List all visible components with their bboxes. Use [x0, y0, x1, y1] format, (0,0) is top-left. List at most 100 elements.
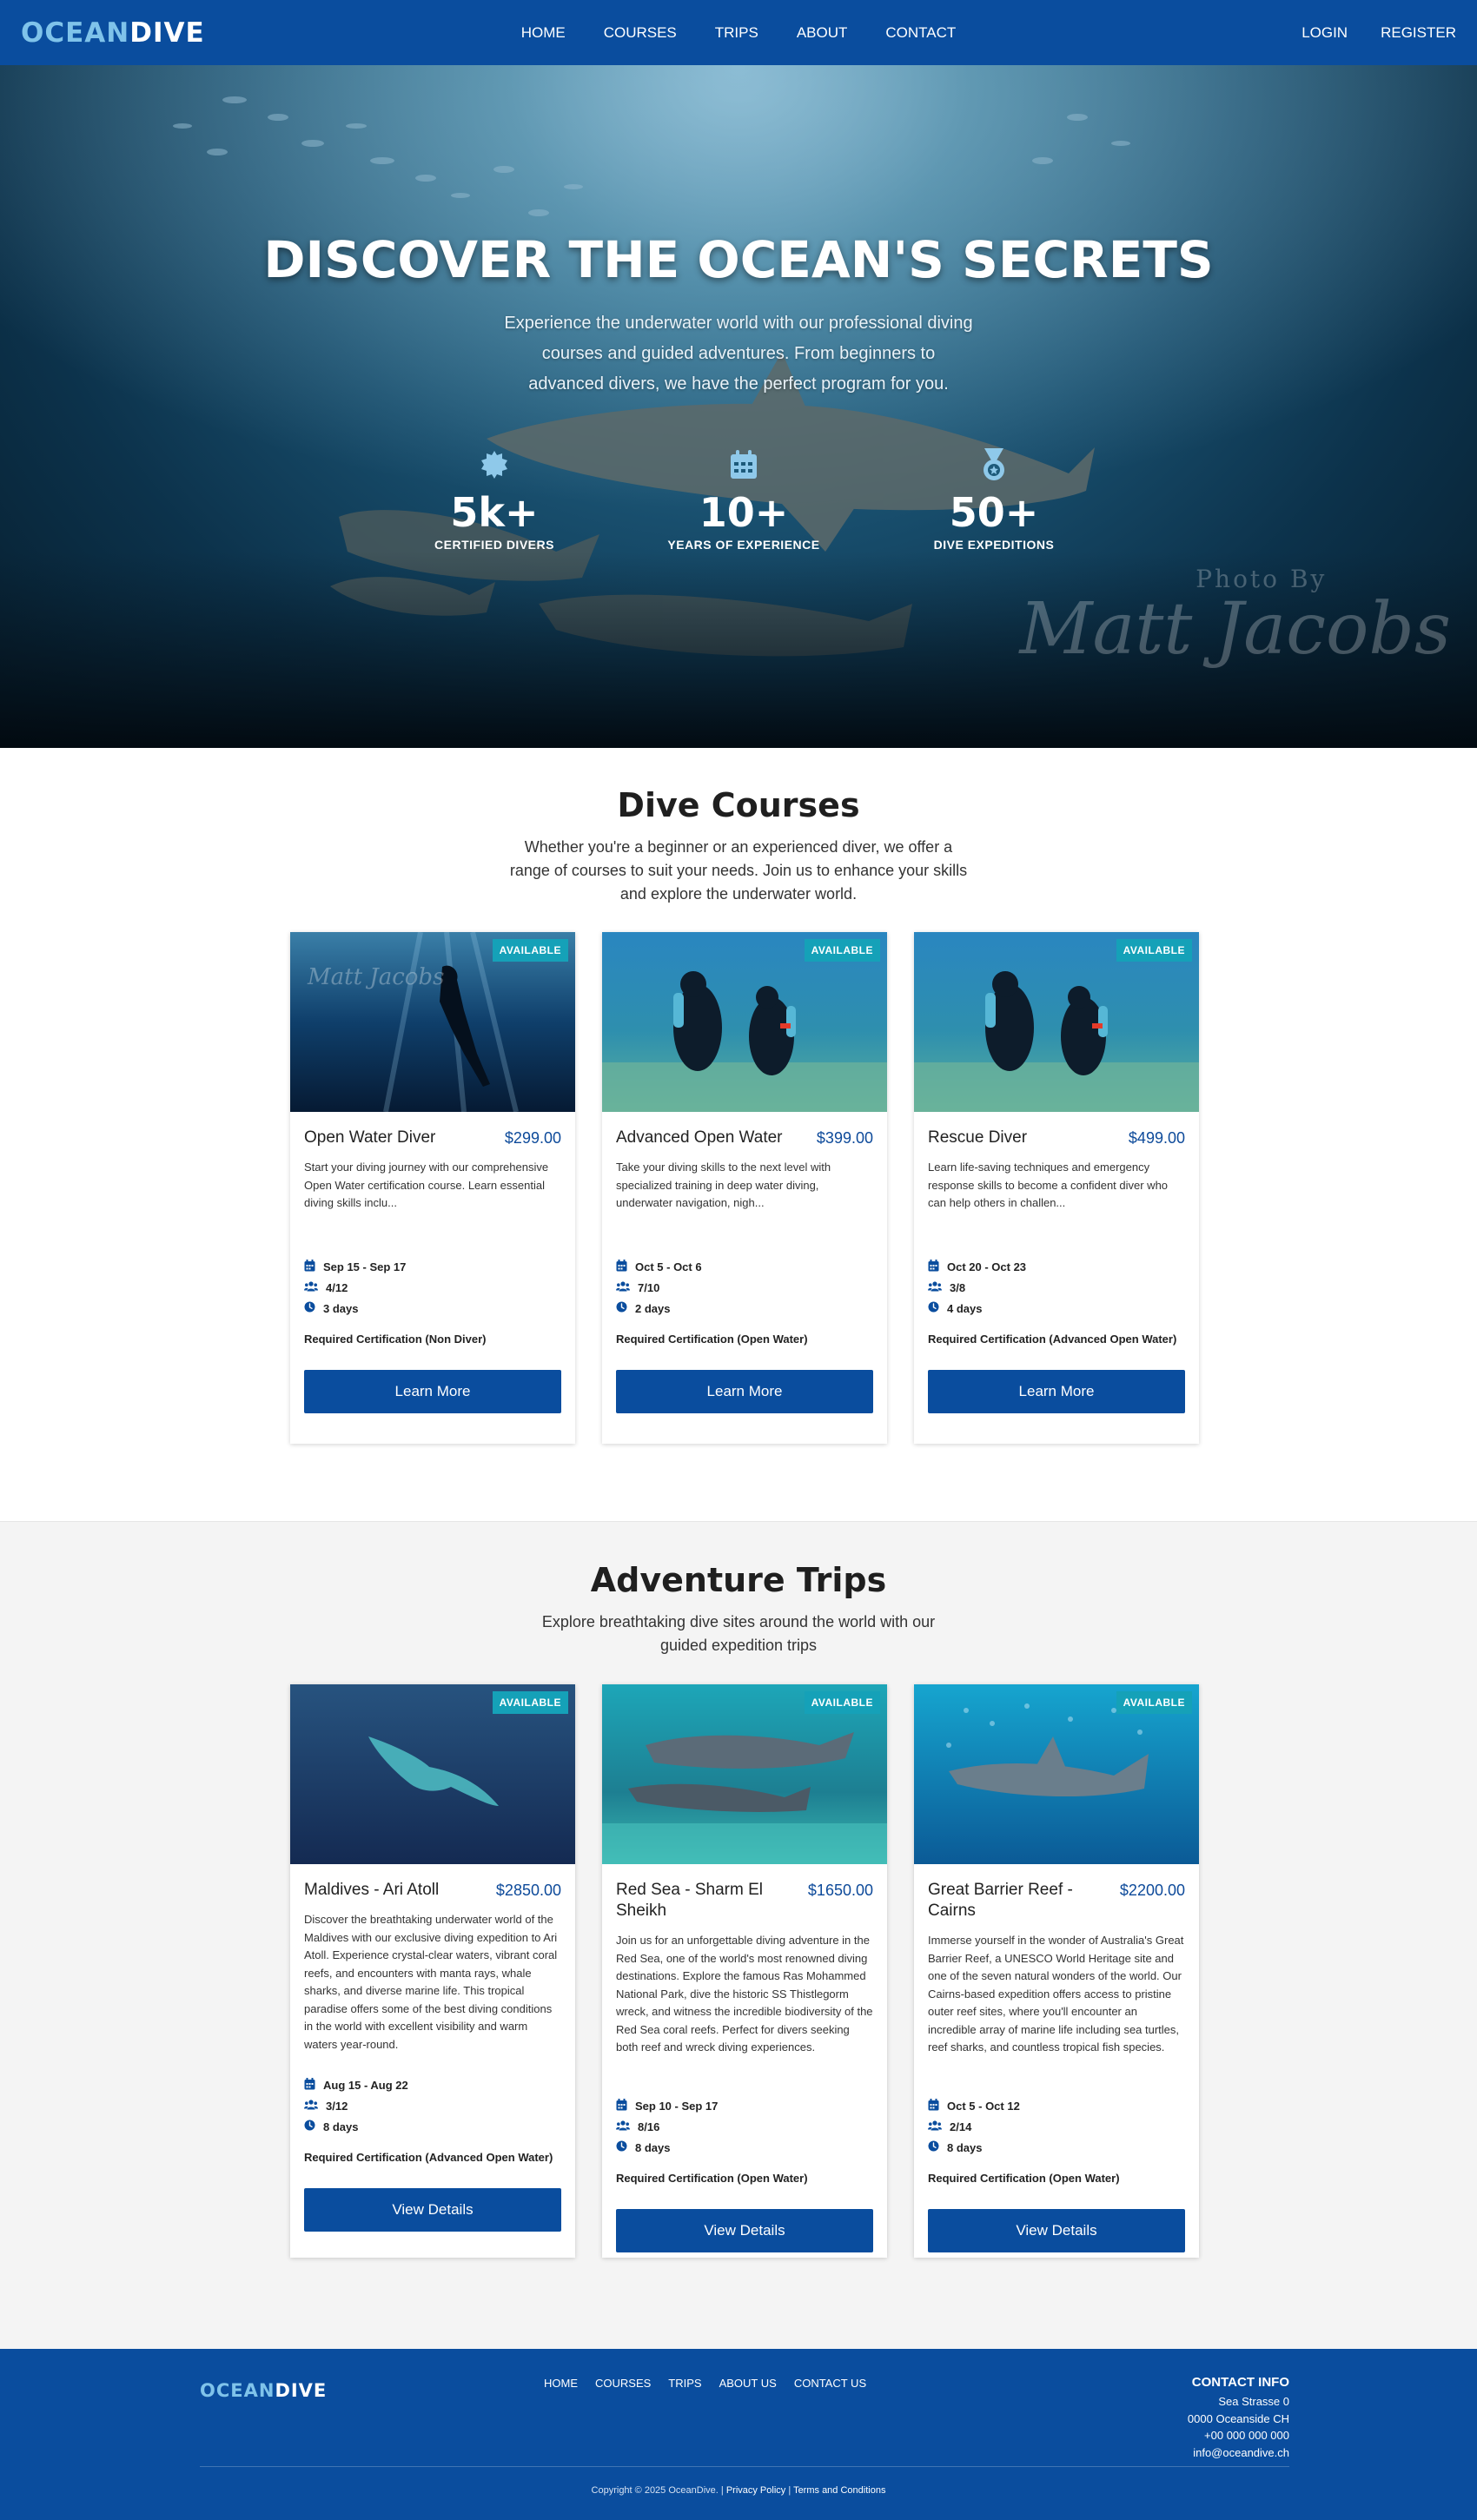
login-link[interactable]: LOGIN: [1301, 24, 1348, 42]
card-description: Join us for an unforgettable diving adve…: [616, 1934, 873, 2054]
footer-logo[interactable]: OCEANDIVE: [200, 2380, 327, 2401]
card-title[interactable]: Open Water Diver: [304, 1128, 435, 1148]
contact-email[interactable]: info@oceandive.ch: [1188, 2444, 1289, 2462]
clock-icon: [304, 1301, 315, 1315]
card-duration: 8 days: [928, 2137, 1185, 2158]
clock-icon: [616, 2140, 627, 2154]
privacy-policy-link[interactable]: Privacy Policy: [726, 2485, 785, 2496]
card-body: Open Water Diver $299.00 Start your diving…: [290, 1112, 575, 1413]
dates-value: Sep 15 - Sep 17: [323, 1260, 407, 1273]
view-details-button[interactable]: View Details: [928, 2209, 1185, 2252]
required-certification: Required Certification (Advanced Open Wa…: [304, 2151, 553, 2164]
card-image[interactable]: Matt Jacobs AVAILABLE: [290, 932, 575, 1112]
footer-home-link[interactable]: HOME: [544, 2377, 578, 2390]
card-title[interactable]: Great Barrier Reef - Cairns: [928, 1880, 1119, 1921]
card-price: $499.00: [1128, 1129, 1185, 1147]
nav-home-link[interactable]: HOME: [502, 24, 585, 42]
card-price: $2850.00: [495, 1882, 561, 1899]
card-description: Start your diving journey with our compr…: [304, 1161, 549, 1209]
card-image[interactable]: AVAILABLE: [602, 932, 887, 1112]
required-certification: Required Certification (Open Water): [928, 2172, 1120, 2185]
card-price: $299.00: [504, 1129, 561, 1147]
calendar-icon: [304, 2077, 315, 2093]
availability-badge: AVAILABLE: [804, 1691, 880, 1714]
card-dates: Oct 5 - Oct 6: [616, 1256, 873, 1277]
users-icon: [928, 2120, 942, 2133]
hero-banner: DISCOVER THE OCEAN'S SECRETS Experience …: [0, 65, 1477, 748]
users-icon: [616, 1280, 630, 1294]
card-body: Rescue Diver $499.00 Learn life-saving tec…: [914, 1112, 1199, 1413]
card-spots: 3/8: [928, 1277, 1185, 1298]
card-price: $399.00: [816, 1129, 873, 1147]
card-title[interactable]: Maldives - Ari Atoll: [304, 1880, 439, 1901]
card-duration: 2 days: [616, 1298, 873, 1319]
duration-value: 8 days: [635, 2140, 671, 2154]
copyright-separator: |: [788, 2485, 791, 2496]
footer-courses-link[interactable]: COURSES: [595, 2377, 651, 2390]
card-title[interactable]: Advanced Open Water: [616, 1128, 783, 1148]
view-details-button[interactable]: View Details: [304, 2188, 561, 2232]
card-body: Red Sea - Sharm El Sheikh $1650.00 Join us…: [602, 1864, 887, 2252]
logo-dive: DIVE: [275, 2380, 328, 2401]
footer-contact-link[interactable]: CONTACT US: [794, 2377, 866, 2390]
card-body: Advanced Open Water $399.00 Take your divi…: [602, 1112, 887, 1413]
calendar-icon: [304, 1259, 315, 1274]
card-body: Great Barrier Reef - Cairns $2200.00 Immer…: [914, 1864, 1199, 2252]
logo-ocean: OCEAN: [200, 2380, 275, 2401]
clock-icon: [928, 1301, 939, 1315]
required-certification: Required Certification (Open Water): [616, 2172, 808, 2185]
card-price: $2200.00: [1119, 1882, 1185, 1899]
card-header: Great Barrier Reef - Cairns $2200.00: [928, 1880, 1185, 1921]
availability-badge: AVAILABLE: [804, 939, 880, 962]
register-link[interactable]: REGISTER: [1381, 24, 1456, 42]
medal-icon: [890, 447, 1098, 482]
card-image[interactable]: AVAILABLE: [914, 932, 1199, 1112]
card-dates: Oct 20 - Oct 23: [928, 1256, 1185, 1277]
site-footer: OCEANDIVE HOME COURSES TRIPS ABOUT US CO…: [0, 2349, 1477, 2520]
site-logo[interactable]: OCEANDIVE: [21, 17, 205, 49]
nav-about-link[interactable]: ABOUT: [778, 24, 867, 42]
card-header: Rescue Diver $499.00: [928, 1128, 1185, 1148]
card-image[interactable]: AVAILABLE: [290, 1684, 575, 1864]
top-navbar: OCEANDIVE HOME COURSES TRIPS ABOUT CONTA…: [0, 0, 1477, 65]
footer-trips-link[interactable]: TRIPS: [668, 2377, 701, 2390]
clock-icon: [928, 2140, 939, 2154]
card-description: Immerse yourself in the wonder of Austra…: [928, 1934, 1184, 2054]
nav-contact-link[interactable]: CONTACT: [866, 24, 975, 42]
users-icon: [928, 1280, 942, 1294]
contact-address1: Sea Strasse 0: [1218, 2395, 1289, 2408]
card-dates: Sep 15 - Sep 17: [304, 1256, 561, 1277]
contact-address2: 0000 Oceanside CH: [1187, 2411, 1289, 2425]
spots-value: 8/16: [638, 2120, 660, 2133]
dates-value: Oct 5 - Oct 6: [635, 1260, 702, 1273]
card-title[interactable]: Rescue Diver: [928, 1128, 1027, 1148]
card-image[interactable]: AVAILABLE: [914, 1684, 1199, 1864]
calendar-icon: [616, 2098, 627, 2113]
card-spots: 8/16: [616, 2116, 873, 2137]
badge-icon: [390, 447, 599, 482]
learn-more-button[interactable]: Learn More: [616, 1370, 873, 1413]
courses-subtitle: Whether you're a beginner or an experien…: [509, 838, 968, 903]
stat-label: DIVE EXPEDITIONS: [933, 538, 1055, 552]
card-title[interactable]: Red Sea - Sharm El Sheikh: [616, 1880, 807, 1921]
stat-value: 10+: [699, 489, 789, 536]
hero-title: DISCOVER THE OCEAN'S SECRETS: [263, 230, 1214, 289]
photo-credit-watermark: Photo By Matt Jacobs: [1020, 565, 1451, 666]
view-details-button[interactable]: View Details: [616, 2209, 873, 2252]
card-image[interactable]: AVAILABLE: [602, 1684, 887, 1864]
learn-more-button[interactable]: Learn More: [928, 1370, 1185, 1413]
main-nav: HOME COURSES TRIPS ABOUT CONTACT: [0, 0, 1477, 65]
required-certification: Required Certification (Open Water): [616, 1333, 808, 1346]
course-card: AVAILABLE Advanced Open Water $399.00 Take …: [602, 932, 887, 1444]
calendar-icon: [928, 2098, 939, 2113]
learn-more-button[interactable]: Learn More: [304, 1370, 561, 1413]
nav-trips-link[interactable]: TRIPS: [696, 24, 778, 42]
footer-about-link[interactable]: ABOUT US: [719, 2377, 777, 2390]
terms-link[interactable]: Terms and Conditions: [793, 2485, 885, 2496]
stat-value: 50+: [949, 489, 1039, 536]
required-certification: Required Certification (Advanced Open Wa…: [928, 1333, 1177, 1346]
spots-value: 3/12: [326, 2099, 348, 2113]
nav-courses-link[interactable]: COURSES: [585, 24, 696, 42]
availability-badge: AVAILABLE: [1116, 1691, 1192, 1714]
trip-card: AVAILABLE Maldives - Ari Atoll $2850.00 Dis…: [290, 1684, 575, 2258]
